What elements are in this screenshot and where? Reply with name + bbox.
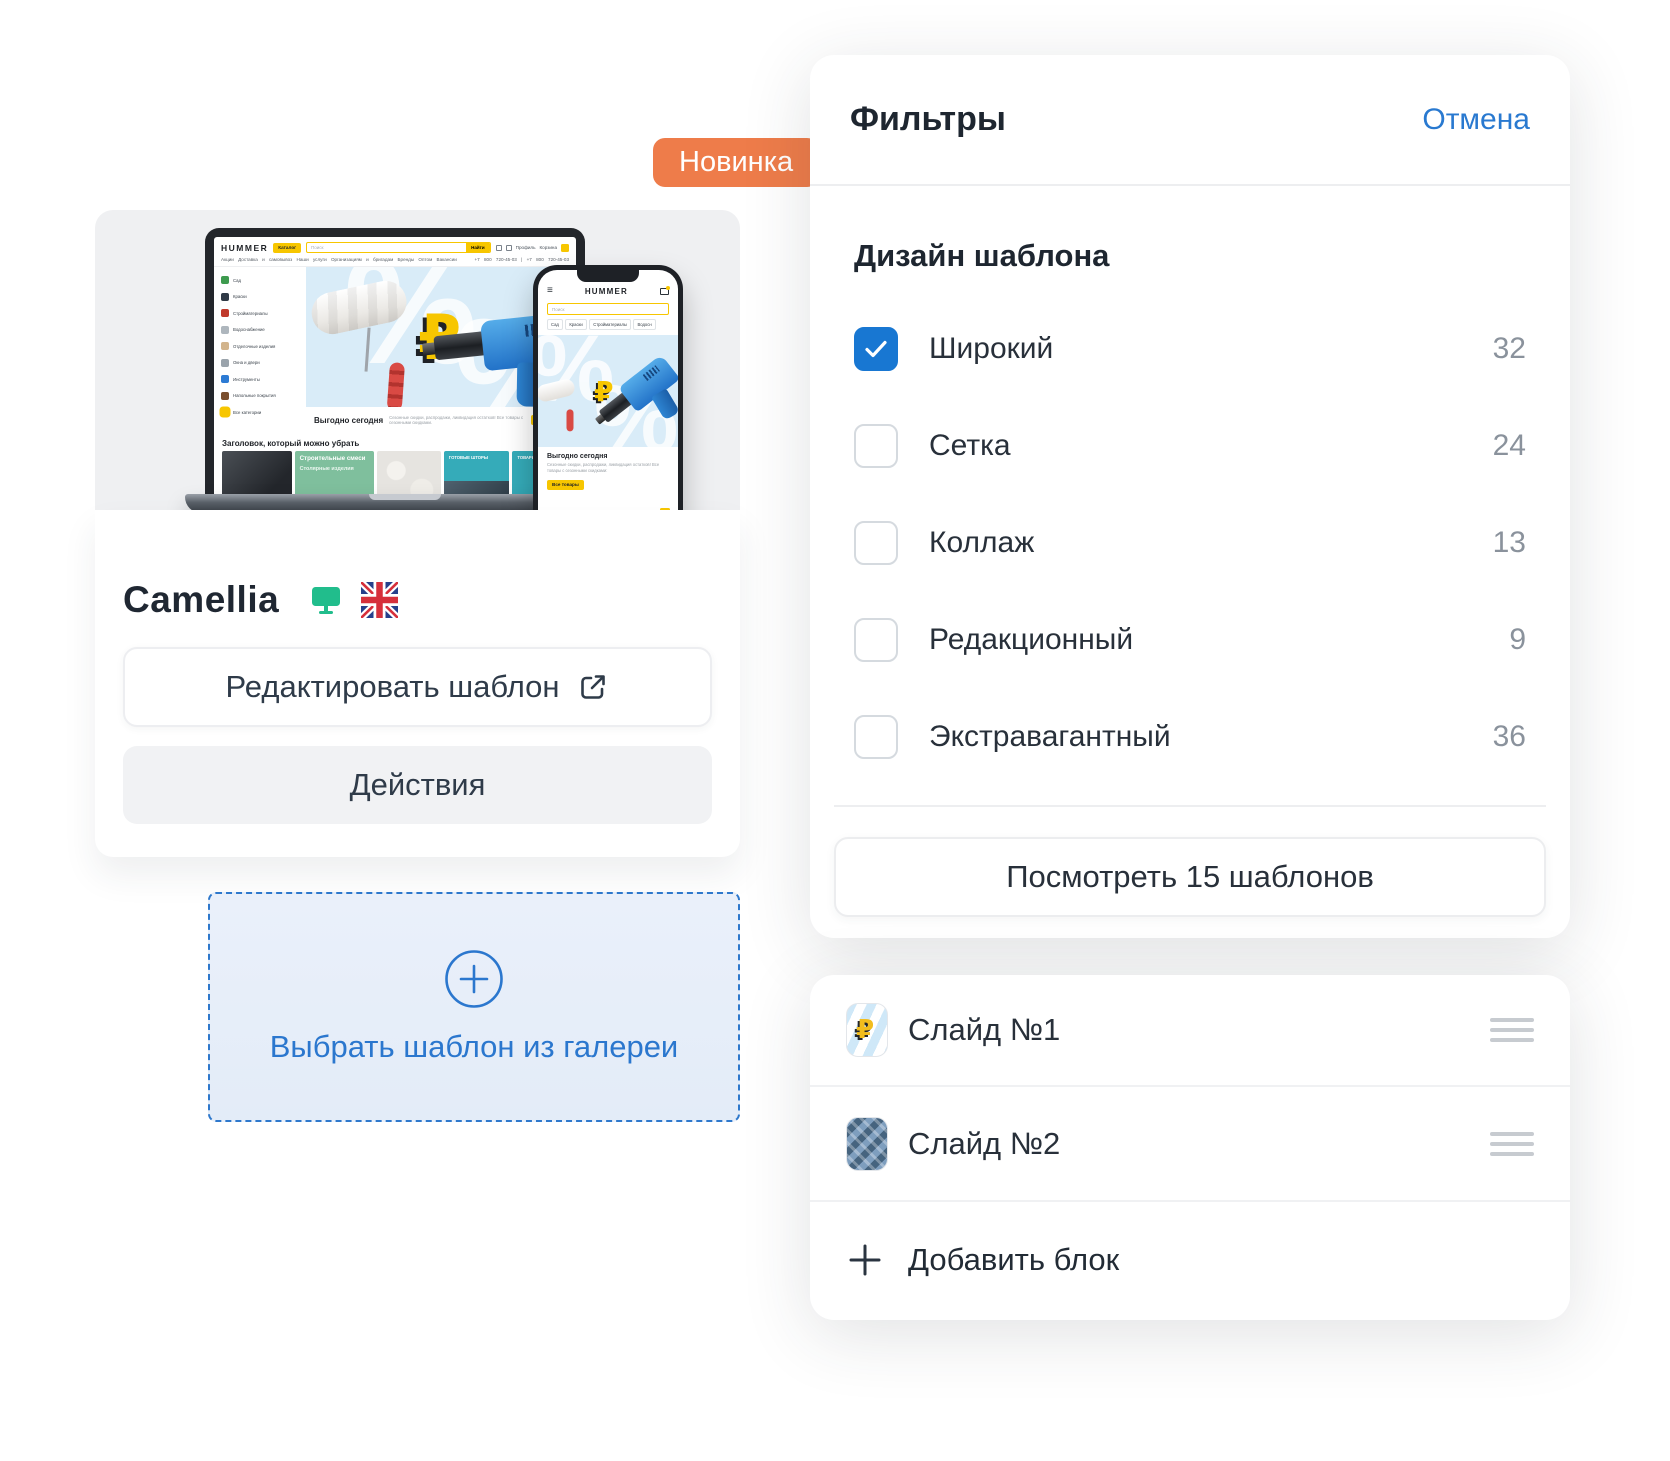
phone-hero-banner: % % ₽ — [538, 335, 678, 447]
cancel-link[interactable]: Отмена — [1422, 103, 1530, 137]
filters-panel: Фильтры Отмена Дизайн шаблона Широкий 32… — [810, 55, 1570, 938]
checkbox[interactable] — [854, 715, 898, 759]
filter-option-row[interactable]: Широкий 32 — [854, 327, 1526, 371]
uk-flag-icon — [361, 582, 398, 618]
external-link-icon — [576, 670, 610, 704]
slide-label: Слайд №2 — [908, 1126, 1060, 1162]
cart-badge-icon — [561, 244, 569, 252]
divider — [834, 805, 1546, 807]
actions-button[interactable]: Действия — [123, 746, 712, 824]
new-badge: Новинка — [653, 138, 819, 187]
cart-icon — [660, 288, 669, 295]
slide-thumbnail: ₽ — [846, 1003, 888, 1057]
design-section-title: Дизайн шаблона — [854, 238, 1526, 274]
slide-row[interactable]: ₽ Слайд №1 — [810, 975, 1570, 1085]
mockup-nav-row: Акции Доставка и самовывоз Наши услуги О… — [214, 256, 576, 267]
slide-row[interactable]: Слайд №2 — [810, 1085, 1570, 1200]
show-templates-button[interactable]: Посмотреть 15 шаблонов — [834, 837, 1546, 917]
checkbox[interactable] — [854, 424, 898, 468]
filter-option-row[interactable]: Сетка 24 — [854, 424, 1526, 468]
mockup-section-heading: Заголовок, который можно убрать — [214, 433, 576, 451]
mockup-catalog-button: Каталог — [273, 243, 301, 253]
slide-thumbnail — [846, 1117, 888, 1171]
category-icon — [221, 392, 229, 400]
choose-template-label: Выбрать шаблон из галереи — [270, 1029, 679, 1065]
filter-option-label: Широкий — [929, 332, 1053, 366]
mockup-topbar: HUMMER Каталог Поиск Найти Профиль Корзи… — [214, 237, 576, 256]
favorites-icon — [506, 245, 512, 251]
category-card: Строительные смеси Столярные изделия — [295, 451, 375, 496]
category-icon — [221, 276, 229, 284]
filter-option-count: 24 — [1493, 429, 1526, 463]
filter-option-count: 36 — [1493, 720, 1526, 754]
template-title: Camellia — [123, 579, 279, 621]
desktop-monitor-icon — [311, 585, 341, 615]
choose-template-dropzone[interactable]: Выбрать шаблон из галереи — [208, 892, 740, 1122]
category-icon — [221, 309, 229, 317]
mockup-cart-label: Корзина — [540, 245, 558, 250]
mockup-search-placeholder: Поиск — [307, 245, 466, 250]
filter-option-count: 13 — [1493, 526, 1526, 560]
category-card: Пиломатериалы — [222, 451, 292, 496]
filters-title: Фильтры — [850, 100, 1006, 139]
page: Новинка HUMMER Каталог Поиск Найти Профи… — [0, 0, 1670, 1461]
phone-hero-title: Выгодно сегодня — [547, 453, 669, 460]
category-icon — [221, 408, 229, 416]
phone-mockup-logo: HUMMER — [585, 287, 628, 296]
mockup-hero-title: Выгодно сегодня — [314, 416, 383, 425]
mockup-account-icons: Профиль Корзина — [496, 244, 569, 252]
plus-icon — [846, 1241, 884, 1279]
category-icon — [221, 342, 229, 350]
template-preview-image: HUMMER Каталог Поиск Найти Профиль Корзи… — [95, 210, 740, 510]
mockup-nav-links: Акции Доставка и самовывоз Наши услуги О… — [221, 257, 457, 262]
laptop-screen: HUMMER Каталог Поиск Найти Профиль Корзи… — [214, 237, 576, 496]
slide-label: Слайд №1 — [908, 1012, 1060, 1048]
filter-option-row[interactable]: Коллаж 13 — [854, 521, 1526, 565]
phone-notch — [577, 270, 639, 282]
laptop-mockup: HUMMER Каталог Поиск Найти Профиль Корзи… — [205, 228, 585, 496]
phone-hero-subtitle: Сезонные скидки, распродажи, ликвидация … — [547, 462, 669, 473]
category-icon — [221, 359, 229, 367]
mockup-search-bar: Поиск Найти — [306, 242, 491, 253]
checkbox[interactable] — [854, 521, 898, 565]
mockup-logo: HUMMER — [221, 243, 268, 253]
category-card: Готовые шторы — [444, 451, 510, 496]
phone-mockup: ≡ HUMMER Поиск Сад Краски Стройматериалы… — [533, 265, 683, 541]
hamburger-icon: ≡ — [547, 286, 553, 296]
category-icon — [221, 293, 229, 301]
checkbox[interactable] — [854, 618, 898, 662]
add-block-label: Добавить блок — [908, 1242, 1119, 1278]
edit-template-button[interactable]: Редактировать шаблон — [123, 647, 712, 727]
category-card — [377, 451, 441, 496]
filter-option-label: Редакционный — [929, 623, 1133, 657]
edit-template-label: Редактировать шаблон — [225, 669, 559, 705]
mockup-hero-subtitle: Сезонные скидки, распродажи, ликвидация … — [389, 415, 525, 426]
compare-icon — [496, 245, 502, 251]
template-card: Camellia Редактировать шаблон — [95, 510, 740, 857]
filter-option-row[interactable]: Редакционный 9 — [854, 618, 1526, 662]
slides-panel: ₽ Слайд №1 Слайд №2 Добавить блок — [810, 975, 1570, 1320]
drag-handle-icon[interactable] — [1490, 1012, 1534, 1048]
phone-hero-button: Все товары — [547, 480, 584, 490]
mockup-phones: +7 800 720-45-03 | +7 800 720-45-03 — [474, 257, 569, 262]
drag-handle-icon[interactable] — [1490, 1126, 1534, 1162]
mockup-category-sidebar: Сад Краски Стройматериалы Водоснабжение … — [214, 267, 306, 433]
filter-option-row[interactable]: Экстравагантный 36 — [854, 715, 1526, 759]
filter-option-label: Экстравагантный — [929, 720, 1171, 754]
checkbox-checked[interactable] — [854, 327, 898, 371]
filter-option-count: 32 — [1493, 332, 1526, 366]
mockup-category-cards: Пиломатериалы Строительные смеси Столярн… — [214, 451, 576, 496]
phone-mockup-search: Поиск — [547, 303, 669, 315]
filter-option-label: Сетка — [929, 429, 1011, 463]
category-icon — [221, 375, 229, 383]
filter-option-label: Коллаж — [929, 526, 1034, 560]
actions-label: Действия — [350, 767, 486, 803]
filter-option-count: 9 — [1509, 623, 1526, 657]
add-block-button[interactable]: Добавить блок — [810, 1200, 1570, 1318]
mockup-profile-label: Профиль — [516, 245, 536, 250]
mockup-search-button: Найти — [466, 243, 490, 252]
category-icon — [221, 326, 229, 334]
plus-circle-icon — [444, 949, 504, 1009]
phone-mockup-chips: Сад Краски Стройматериалы Водосн — [547, 319, 669, 330]
